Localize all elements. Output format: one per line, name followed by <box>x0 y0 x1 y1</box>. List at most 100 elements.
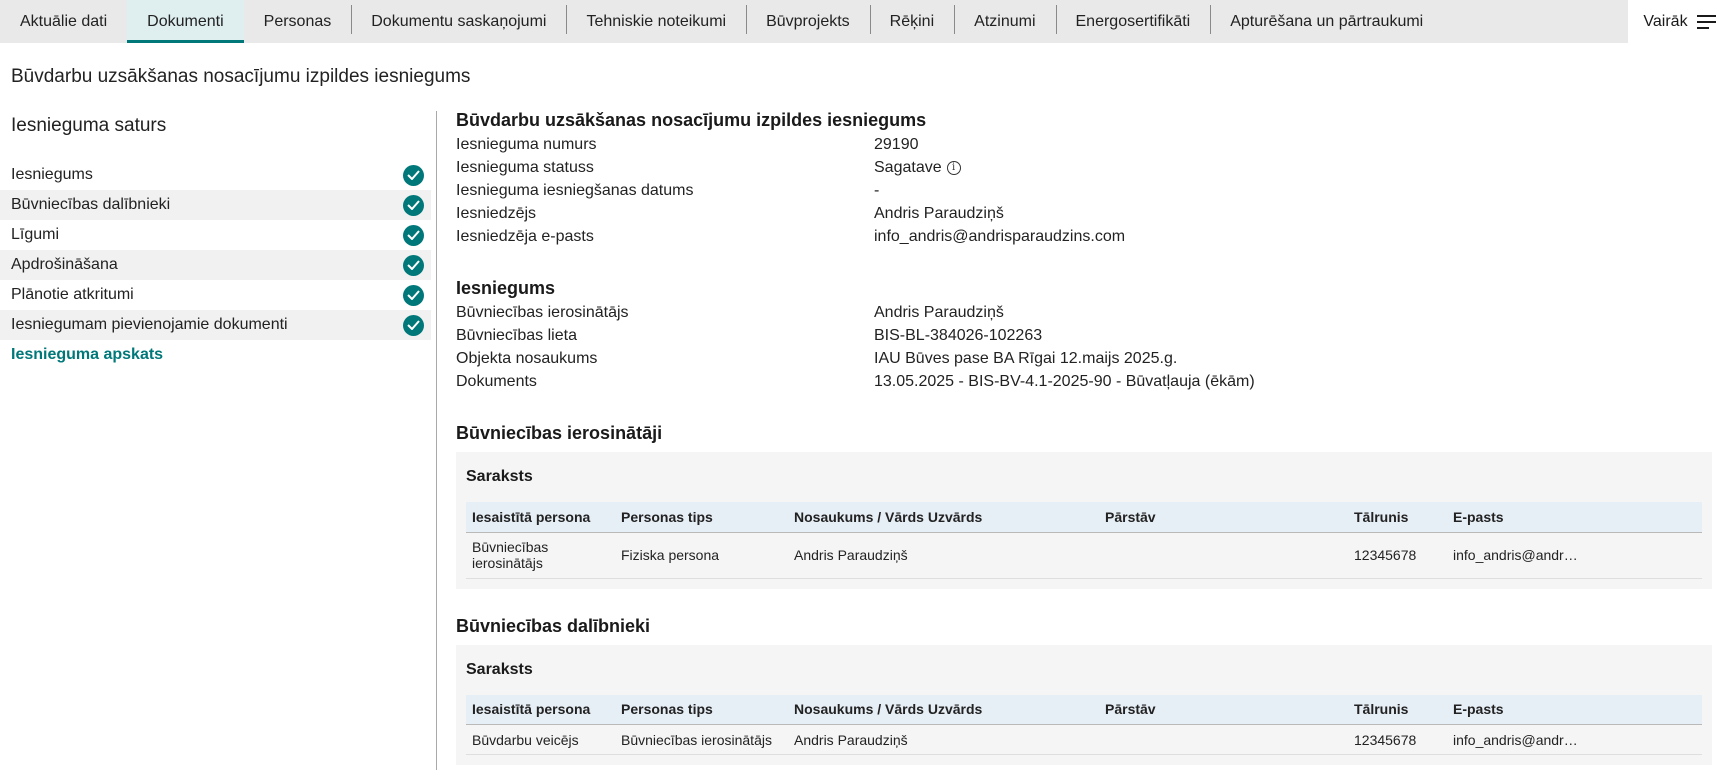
column-header[interactable]: Iesaistītā persona <box>466 694 615 725</box>
info-icon[interactable]: i <box>946 160 961 175</box>
participants-heading: Būvniecības dalībnieki <box>456 615 651 636</box>
detail-value: 13.05.2025 - BIS-BV-4.1-2025-90 - Būvatļ… <box>874 373 1255 390</box>
detail-label: Iesniedzējs <box>456 205 537 222</box>
sidebar-item-label: Būvniecības dalībnieki <box>11 196 171 213</box>
detail-row: Dokuments 13.05.2025 - BIS-BV-4.1-2025-9… <box>456 370 1712 393</box>
initiators-list-panel: Saraksts Iesaistītā persona Personas tip… <box>456 452 1712 589</box>
top-tab-bar: Aktuālie dati Dokumenti Personas Dokumen… <box>0 0 1731 43</box>
column-header[interactable]: Personas tips <box>615 502 788 533</box>
column-header[interactable]: E-pasts <box>1447 502 1702 533</box>
detail-label: Iesnieguma statuss <box>456 159 594 176</box>
column-header[interactable]: E-pasts <box>1447 694 1702 725</box>
column-header[interactable]: Tālrunis <box>1348 694 1447 725</box>
tab-apturesana-un-partraukumi[interactable]: Apturēšana un pārtraukumi <box>1210 0 1443 43</box>
sidebar-item-iesnieguma-apskats[interactable]: Iesnieguma apskats <box>0 340 431 370</box>
check-circle-icon <box>403 284 424 306</box>
tab-dokumenti[interactable]: Dokumenti <box>127 0 244 43</box>
sidebar-item-label: Apdrošināšana <box>11 256 118 273</box>
table-cell: Fiziska persona <box>615 532 788 579</box>
participants-table: Iesaistītā persona Personas tips Nosauku… <box>466 694 1702 755</box>
tab-dokumentu-saskanojumi[interactable]: Dokumentu saskaņojumi <box>351 0 566 43</box>
sidebar-item-label: Iesniegumam pievienojamie dokumenti <box>11 316 288 333</box>
status-value: Sagatave i <box>874 156 961 179</box>
detail-value: BIS-BL-384026-102263 <box>874 327 1043 344</box>
detail-label: Iesnieguma numurs <box>456 136 597 153</box>
detail-row: Iesniedzējs Andris Paraudziņš <box>456 202 1712 225</box>
detail-value: Andris Paraudziņš <box>874 205 1004 222</box>
check-circle-icon <box>403 254 424 276</box>
column-header[interactable]: Pārstāv <box>1099 694 1348 725</box>
table-row[interactable]: Būvniecības ierosinātājs Fiziska persona… <box>466 532 1702 579</box>
tab-aktualie-dati[interactable]: Aktuālie dati <box>0 0 127 43</box>
detail-label: Iesniedzēja e-pasts <box>456 228 594 245</box>
tab-buvprojekts[interactable]: Būvprojekts <box>746 0 870 43</box>
detail-label: Dokuments <box>456 373 537 390</box>
tab-personas[interactable]: Personas <box>244 0 352 43</box>
table-row[interactable]: Būvdarbu veicējs Būvniecības ierosinātāj… <box>466 724 1702 755</box>
tab-list: Aktuālie dati Dokumenti Personas Dokumen… <box>0 0 1731 43</box>
column-header[interactable]: Nosaukums / Vārds Uzvārds <box>788 694 1099 725</box>
sidebar-item-label: Plānotie atkritumi <box>11 286 134 303</box>
check-circle-icon <box>403 164 424 186</box>
check-circle-icon <box>403 194 424 216</box>
detail-row: Būvniecības ierosinātājs Andris Paraudzi… <box>456 301 1712 324</box>
table-cell: info_andris@andr… <box>1447 532 1702 579</box>
table-cell: 12345678 <box>1348 724 1447 755</box>
sidebar-item-iesniegums[interactable]: Iesniegums <box>0 160 431 190</box>
detail-value: - <box>874 182 880 199</box>
tab-energosertifikati[interactable]: Energosertifikāti <box>1055 0 1211 43</box>
table-cell: Būvniecības ierosinātājs <box>615 724 788 755</box>
table-cell: 12345678 <box>1348 532 1447 579</box>
sidebar-item-apdrosinasana[interactable]: Apdrošināšana <box>0 250 431 280</box>
summary-heading: Būvdarbu uzsākšanas nosacījumu izpildes … <box>456 110 927 130</box>
sidebar-item-buvniecibas-dalibnieki[interactable]: Būvniecības dalībnieki <box>0 190 431 220</box>
table-cell: Andris Paraudziņš <box>788 724 1099 755</box>
check-circle-icon <box>403 224 424 246</box>
detail-row: Objekta nosaukums IAU Būves pase BA Rīga… <box>456 347 1712 370</box>
detail-value: IAU Būves pase BA Rīgai 12.maijs 2025.g. <box>874 350 1178 367</box>
table-cell <box>1099 532 1348 579</box>
sidebar-title: Iesnieguma saturs <box>11 115 167 136</box>
detail-value: Andris Paraudziņš <box>874 304 1004 321</box>
detail-label: Būvniecības ierosinātājs <box>456 304 629 321</box>
initiators-table: Iesaistītā persona Personas tips Nosauku… <box>466 502 1702 579</box>
table-cell: Andris Paraudziņš <box>788 532 1099 579</box>
more-menu-button[interactable]: Vairāk <box>1628 0 1731 43</box>
sidebar: Iesniegums Būvniecības dalībnieki Līgumi… <box>0 160 431 370</box>
tab-rekini[interactable]: Rēķini <box>869 0 954 43</box>
summary-details: Iesnieguma numurs 29190 Iesnieguma statu… <box>456 133 1712 248</box>
table-cell: info_andris@andr… <box>1447 724 1702 755</box>
sidebar-item-label: Iesniegums <box>11 166 93 183</box>
sidebar-item-planotie-atkritumi[interactable]: Plānotie atkritumi <box>0 280 431 310</box>
main-content: Būvdarbu uzsākšanas nosacījumu izpildes … <box>456 108 1712 765</box>
table-header-row: Iesaistītā persona Personas tips Nosauku… <box>466 694 1702 725</box>
column-header[interactable]: Personas tips <box>615 694 788 725</box>
column-header[interactable]: Nosaukums / Vārds Uzvārds <box>788 502 1099 533</box>
detail-label: Būvniecības lieta <box>456 327 577 344</box>
detail-value: 29190 <box>874 136 919 153</box>
initiators-heading: Būvniecības ierosinātāji <box>456 423 663 443</box>
column-header[interactable]: Pārstāv <box>1099 502 1348 533</box>
detail-row: Iesnieguma iesniegšanas datums - <box>456 179 1712 202</box>
sidebar-item-pievienojamie-dokumenti[interactable]: Iesniegumam pievienojamie dokumenti <box>0 310 431 340</box>
sidebar-item-ligumi[interactable]: Līgumi <box>0 220 431 250</box>
detail-row: Iesnieguma numurs 29190 <box>456 133 1712 156</box>
detail-label: Iesnieguma iesniegšanas datums <box>456 182 694 199</box>
page-title: Būvdarbu uzsākšanas nosacījumu izpildes … <box>11 66 471 87</box>
status-text: Sagatave <box>874 159 942 176</box>
application-heading: Iesniegums <box>456 278 556 298</box>
column-header[interactable]: Tālrunis <box>1348 502 1447 533</box>
check-circle-icon <box>403 314 424 336</box>
sidebar-divider <box>436 111 437 770</box>
more-menu-label: Vairāk <box>1643 12 1688 30</box>
participants-list-title: Saraksts <box>466 660 533 678</box>
detail-row: Būvniecības lieta BIS-BL-384026-102263 <box>456 324 1712 347</box>
column-header[interactable]: Iesaistītā persona <box>466 502 615 533</box>
table-header-row: Iesaistītā persona Personas tips Nosauku… <box>466 502 1702 533</box>
participants-list-panel: Saraksts Iesaistītā persona Personas tip… <box>456 644 1712 765</box>
initiators-list-title: Saraksts <box>466 468 533 485</box>
tab-tehniskie-noteikumi[interactable]: Tehniskie noteikumi <box>566 0 746 43</box>
tab-atzinumi[interactable]: Atzinumi <box>954 0 1055 43</box>
detail-row: Iesnieguma statuss Sagatave i <box>456 156 1712 179</box>
table-cell: Būvdarbu veicējs <box>466 724 615 755</box>
